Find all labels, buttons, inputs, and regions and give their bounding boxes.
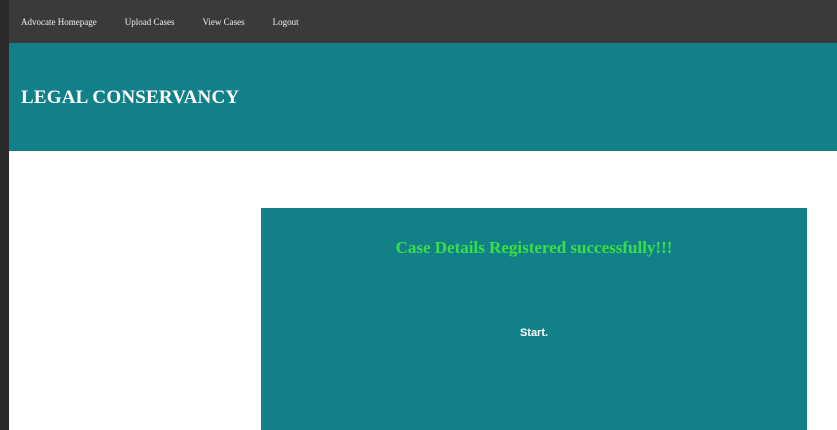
success-message: Case Details Registered successfully!!! [395, 238, 673, 257]
left-border [0, 0, 9, 430]
nav-view-cases[interactable]: View Cases [202, 17, 244, 27]
site-title: LEGAL CONSERVANCY [21, 87, 240, 108]
start-link[interactable]: Start. [261, 327, 807, 339]
nav-advocate-homepage[interactable]: Advocate Homepage [21, 17, 97, 27]
success-panel: Case Details Registered successfully!!! … [261, 208, 807, 430]
top-nav: Advocate Homepage Upload Cases View Case… [9, 0, 837, 43]
nav-logout[interactable]: Logout [273, 17, 299, 27]
site-header: LEGAL CONSERVANCY [9, 43, 837, 151]
nav-upload-cases[interactable]: Upload Cases [125, 17, 175, 27]
